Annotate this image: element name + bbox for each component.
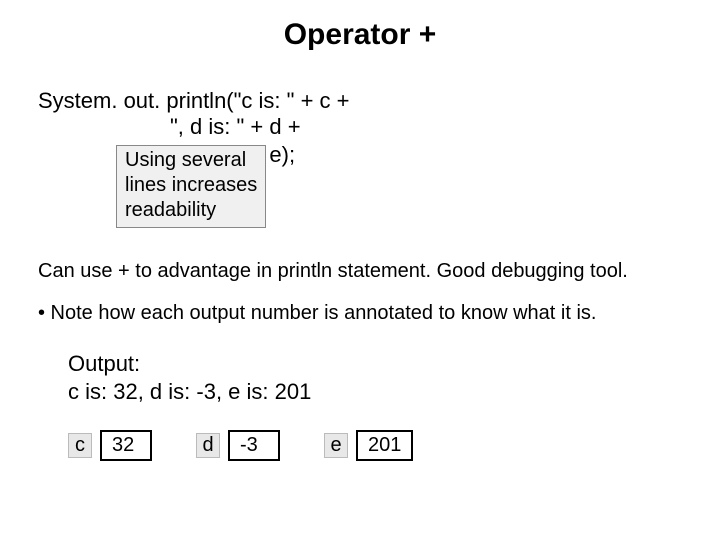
var-e-value: 201 [356, 430, 413, 461]
var-d-value: -3 [228, 430, 280, 461]
note-line-3: readability [125, 198, 257, 223]
slide-title: Operator + [0, 18, 720, 52]
note-line-2: lines increases [125, 173, 257, 198]
var-c-value: 32 [100, 430, 152, 461]
output-line: c is: 32, d is: -3, e is: 201 [68, 378, 311, 406]
paragraph-usage: Can use + to advantage in println statem… [38, 260, 690, 283]
note-line-1: Using several [125, 148, 257, 173]
var-c-label: c [68, 433, 92, 458]
paragraph-note: • Note how each output number is annotat… [38, 302, 690, 325]
code-line-2: ", d is: " + d + [38, 114, 350, 140]
var-d-label: d [196, 433, 220, 458]
code-line-1: System. out. println("c is: " + c + [38, 88, 350, 114]
code-block: System. out. println("c is: " + c + ", d… [38, 88, 350, 141]
var-e-label: e [324, 433, 348, 458]
slide: Operator + System. out. println("c is: "… [0, 0, 720, 540]
readability-note: Using several lines increases readabilit… [116, 145, 266, 228]
output-block: Output: c is: 32, d is: -3, e is: 201 [68, 350, 311, 405]
variable-row: c 32 d -3 e 201 [68, 430, 413, 461]
output-label: Output: [68, 350, 311, 378]
